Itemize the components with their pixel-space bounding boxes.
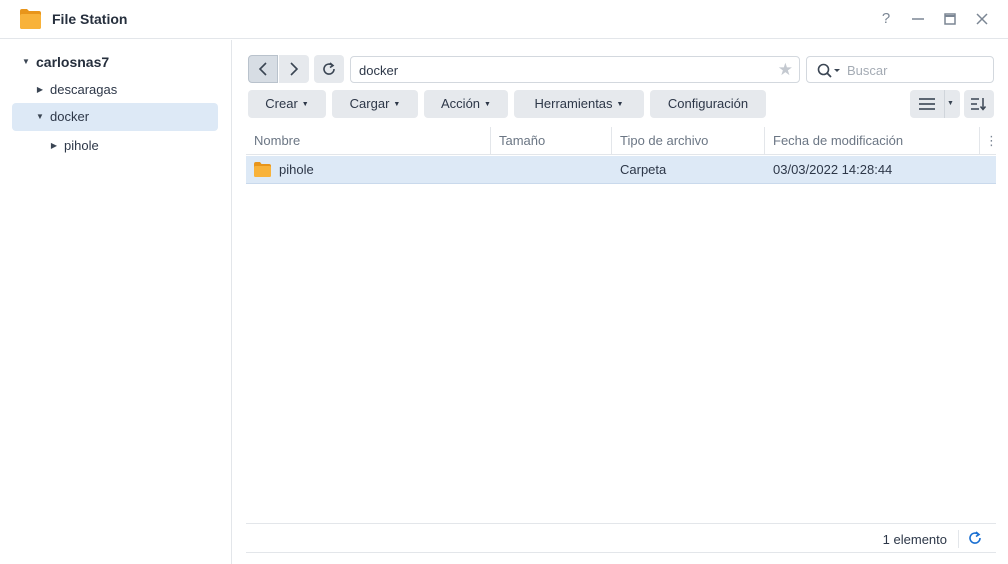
tree-item-label: pihole xyxy=(64,138,99,153)
caret-down-icon[interactable]: ▼ xyxy=(35,103,45,131)
tree-item-pihole[interactable]: ▶ pihole xyxy=(12,132,218,160)
sidebar: ▼ carlosnas7 ▶ descaragas ▼ docker ▶ pih… xyxy=(0,40,232,564)
tree-item-label: docker xyxy=(50,109,90,124)
path-field[interactable]: docker ★ xyxy=(350,56,800,83)
chevron-left-icon xyxy=(258,62,267,76)
row-name: pihole xyxy=(279,162,314,177)
tree-root-label: carlosnas7 xyxy=(36,54,110,70)
item-count: 1 elemento xyxy=(882,532,947,547)
cargar-button[interactable]: Cargar ▼ xyxy=(332,90,418,118)
column-header-fecha[interactable]: Fecha de modificación xyxy=(765,127,980,155)
tree-item-label: descaragas xyxy=(50,82,118,97)
divider xyxy=(958,530,959,548)
back-button[interactable] xyxy=(248,55,278,83)
refresh-icon[interactable] xyxy=(968,531,982,545)
configuracion-label: Configuración xyxy=(667,96,749,111)
tree-root-carlosnas7[interactable]: ▼ carlosnas7 xyxy=(12,48,218,76)
star-icon[interactable]: ★ xyxy=(778,60,793,80)
configuracion-button[interactable]: Configuración xyxy=(650,90,766,118)
chevron-down-icon: ▼ xyxy=(301,101,309,108)
tree-item-docker[interactable]: ▼ docker xyxy=(12,103,218,131)
search-icon[interactable] xyxy=(817,63,841,78)
column-header-nombre[interactable]: Nombre xyxy=(246,127,491,155)
tree-item-descaragas[interactable]: ▶ descaragas xyxy=(12,76,218,104)
app-title: File Station xyxy=(52,11,128,27)
table-row[interactable]: pihole Carpeta 03/03/2022 14:28:44 xyxy=(246,156,996,184)
file-station-icon xyxy=(20,9,41,29)
column-options-icon[interactable]: ⋮ xyxy=(980,127,998,155)
list-icon xyxy=(919,98,935,110)
column-header-tamano[interactable]: Tamaño xyxy=(491,127,612,155)
forward-button[interactable] xyxy=(279,55,309,83)
crear-button[interactable]: Crear ▼ xyxy=(248,90,326,118)
cargar-label: Cargar xyxy=(349,96,390,111)
view-mode-button[interactable]: ▼ xyxy=(910,90,960,118)
herramientas-button[interactable]: Herramientas ▼ xyxy=(514,90,644,118)
search-placeholder: Buscar xyxy=(847,63,888,78)
maximize-icon[interactable] xyxy=(940,9,960,29)
column-header-tipo[interactable]: Tipo de archivo xyxy=(612,127,765,155)
minimize-icon[interactable] xyxy=(908,9,928,29)
refresh-button[interactable] xyxy=(314,55,344,83)
caret-right-icon[interactable]: ▶ xyxy=(35,76,45,104)
sort-icon xyxy=(971,98,987,111)
row-modified: 03/03/2022 14:28:44 xyxy=(773,162,893,177)
search-input[interactable]: Buscar xyxy=(806,56,994,83)
chevron-down-icon: ▼ xyxy=(947,100,954,107)
row-type: Carpeta xyxy=(620,162,667,177)
caret-right-icon[interactable]: ▶ xyxy=(49,132,59,160)
help-icon[interactable]: ? xyxy=(876,9,896,29)
folder-icon xyxy=(254,162,271,177)
chevron-down-icon: ▼ xyxy=(484,101,491,108)
caret-down-icon[interactable]: ▼ xyxy=(21,48,31,76)
accion-label: Acción xyxy=(441,96,481,111)
refresh-icon xyxy=(323,62,335,75)
path-value: docker xyxy=(359,63,399,78)
title-bar: File Station ? xyxy=(0,0,1008,39)
crear-label: Crear xyxy=(265,96,298,111)
file-grid-header: Nombre Tamaño Tipo de archivo Fecha de m… xyxy=(246,127,998,155)
chevron-down-icon: ▼ xyxy=(393,101,401,108)
herramientas-label: Herramientas xyxy=(534,96,613,111)
chevron-right-icon xyxy=(290,62,299,76)
status-bar: 1 elemento xyxy=(246,523,996,553)
close-icon[interactable] xyxy=(972,9,992,29)
accion-button[interactable]: Acción ▼ xyxy=(424,90,508,118)
sort-button[interactable] xyxy=(964,90,994,118)
chevron-down-icon: ▼ xyxy=(616,101,624,108)
